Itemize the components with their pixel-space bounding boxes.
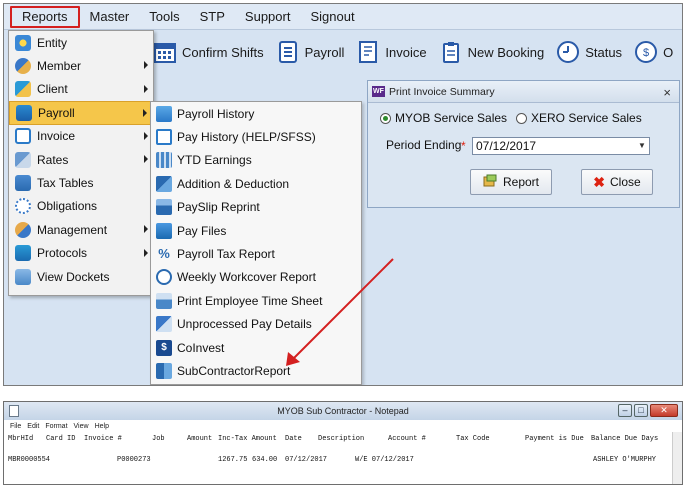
- header-payment-due: Payment is Due: [525, 435, 584, 443]
- notepad-text-area[interactable]: MbrHId Card ID Invoice # Job Amount Inc-…: [4, 432, 682, 484]
- notepad-title: MYOB Sub Contractor - Notepad: [277, 406, 409, 416]
- header-description: Description: [318, 435, 365, 443]
- header-account: Account #: [388, 435, 426, 443]
- notepad-menu-edit[interactable]: Edit: [27, 423, 39, 430]
- close-window-icon[interactable]: ✕: [650, 404, 678, 417]
- cell-mbrhid: MBR0000554: [8, 456, 51, 464]
- notepad-titlebar: MYOB Sub Contractor - Notepad – □ ✕: [4, 402, 682, 420]
- header-job: Job: [152, 435, 165, 443]
- notepad-menu-file[interactable]: File: [10, 423, 21, 430]
- notepad-menu-help[interactable]: Help: [95, 423, 109, 430]
- header-inc-tax-amount: Inc-Tax Amount: [218, 435, 277, 443]
- header-invoice: Invoice #: [84, 435, 122, 443]
- cell-inc-tax-amount: 634.00: [252, 456, 278, 464]
- cell-date: 07/12/2017: [285, 456, 328, 464]
- header-card-id: Card ID: [46, 435, 76, 443]
- header-balance-due-days: Balance Due Days: [591, 435, 659, 443]
- cell-invoice: P0000273: [117, 456, 151, 464]
- vertical-scrollbar[interactable]: [672, 432, 682, 484]
- header-tax-code: Tax Code: [456, 435, 490, 443]
- header-date: Date: [285, 435, 302, 443]
- notepad-window: MYOB Sub Contractor - Notepad – □ ✕ File…: [3, 401, 683, 485]
- cell-payee: ASHLEY O'MURPHY: [593, 456, 657, 464]
- annotation-arrow: [286, 258, 394, 366]
- notepad-menu-format[interactable]: Format: [45, 423, 67, 430]
- minimize-icon[interactable]: –: [618, 404, 632, 417]
- maximize-icon[interactable]: □: [634, 404, 648, 417]
- app-window: Reports Master Tools STP Support Signout…: [3, 3, 683, 386]
- header-amount: Amount: [187, 435, 213, 443]
- cell-amount: 1267.75: [218, 456, 248, 464]
- notepad-menu-view[interactable]: View: [74, 423, 89, 430]
- header-mbrhid: MbrHId: [8, 435, 34, 443]
- notepad-menubar: File Edit Format View Help: [4, 420, 682, 432]
- cell-description: W/E 07/12/2017: [355, 456, 414, 464]
